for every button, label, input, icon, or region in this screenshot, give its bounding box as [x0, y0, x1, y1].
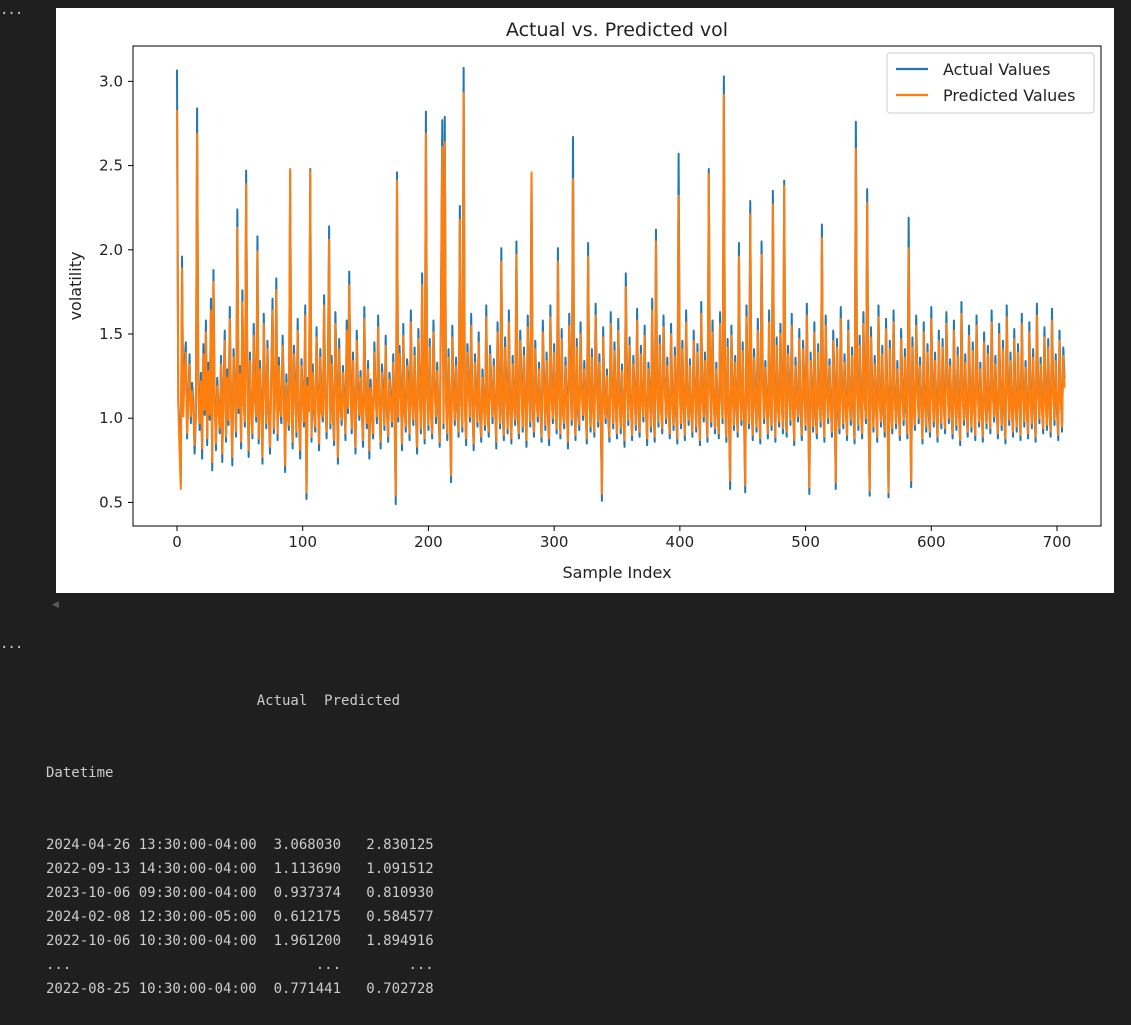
row-index: 2022-10-06 10:30:00-04:00 — [46, 933, 257, 949]
dataframe-rows: 2024-04-26 13:30:00-04:00 3.068030 2.830… — [46, 833, 434, 1001]
dataframe-index-name: Datetime — [46, 765, 114, 781]
row-index: 2023-10-06 09:30:00-04:00 — [46, 885, 257, 901]
y-axis-label: volatility — [66, 252, 85, 321]
cell-predicted: 0.810930 — [341, 885, 434, 901]
cell-actual: ... — [256, 957, 342, 973]
x-tick-label: 200 — [414, 533, 443, 551]
series-line-1 — [176, 92, 1066, 497]
table-row: 2023-10-06 09:30:00-04:00 0.937374 0.810… — [46, 881, 434, 905]
dataframe-index-header-spacer — [46, 693, 257, 709]
scroll-left-arrow-icon[interactable]: ◀ — [52, 600, 62, 612]
y-tick-label: 3.0 — [99, 72, 123, 90]
column-header-actual: Actual — [256, 693, 308, 709]
x-tick-label: 600 — [917, 533, 946, 551]
table-row: ... ... ... — [46, 953, 434, 977]
y-tick-label: 2.0 — [99, 241, 123, 259]
cell-predicted: 1.894916 — [341, 933, 434, 949]
table-row: 2022-10-06 10:30:00-04:00 1.961200 1.894… — [46, 929, 434, 953]
y-tick-label: 2.5 — [99, 157, 123, 175]
x-tick-label: 100 — [288, 533, 317, 551]
x-tick-label: 700 — [1043, 533, 1072, 551]
y-tick-label: 0.5 — [99, 493, 123, 511]
cell-predicted: 2.830125 — [341, 837, 434, 853]
table-row: 2022-08-25 10:30:00-04:00 0.771441 0.702… — [46, 977, 434, 1001]
table-row: 2024-02-08 12:30:00-05:00 0.612175 0.584… — [46, 905, 434, 929]
plot-output: 0 100 200 300 400 500 600 700 0.5 1.0 1.5 2.0 2.5 3.0… — [56, 8, 1114, 593]
x-tick-label: 300 — [540, 533, 569, 551]
x-tick-label: 0 — [172, 533, 182, 551]
y-tick-label: 1.5 — [99, 325, 123, 343]
cell-predicted: 0.584577 — [341, 909, 434, 925]
cell-predicted: 1.091512 — [341, 861, 434, 877]
legend-label-0: Actual Values — [943, 60, 1050, 79]
y-tick-label: 1.0 — [99, 409, 123, 427]
x-axis-label: Sample Index — [562, 563, 671, 582]
cell-output-prompt-table[interactable]: ... — [0, 636, 23, 652]
dataframe-output: Actual Predicted Datetime 2024-04-26 13:… — [46, 641, 434, 1025]
row-index: ... — [46, 957, 257, 973]
legend-label-1: Predicted Values — [943, 86, 1075, 105]
cell-actual: 3.068030 — [256, 837, 342, 853]
cell-actual: 1.961200 — [256, 933, 342, 949]
cell-output-prompt-plot[interactable]: ... — [0, 2, 23, 18]
plot-area-frame — [132, 45, 1102, 527]
column-header-predicted: Predicted — [324, 693, 401, 709]
cell-actual: 1.113690 — [256, 861, 342, 877]
x-tick-label: 400 — [666, 533, 695, 551]
row-index: 2022-08-25 10:30:00-04:00 — [46, 981, 257, 997]
row-index: 2024-04-26 13:30:00-04:00 — [46, 837, 257, 853]
cell-actual: 0.612175 — [256, 909, 342, 925]
cell-predicted: 0.702728 — [341, 981, 434, 997]
cell-actual: 0.771441 — [256, 981, 342, 997]
chart-title: Actual vs. Predicted vol — [506, 19, 728, 41]
dataframe-header: Actual Predicted — [46, 689, 434, 713]
chart-legend: Actual Values Predicted Values — [886, 52, 1095, 114]
cell-actual: 0.937374 — [256, 885, 342, 901]
table-row: 2022-09-13 14:30:00-04:00 1.113690 1.091… — [46, 857, 434, 881]
x-tick-label: 500 — [791, 533, 820, 551]
row-index: 2024-02-08 12:30:00-05:00 — [46, 909, 257, 925]
row-index: 2022-09-13 14:30:00-04:00 — [46, 861, 257, 877]
cell-predicted: ... — [341, 957, 434, 973]
line-chart: 0 100 200 300 400 500 600 700 0.5 1.0 1.5 2.0 2.5 3.0… — [66, 19, 1102, 582]
table-row: 2024-04-26 13:30:00-04:00 3.068030 2.830… — [46, 833, 434, 857]
